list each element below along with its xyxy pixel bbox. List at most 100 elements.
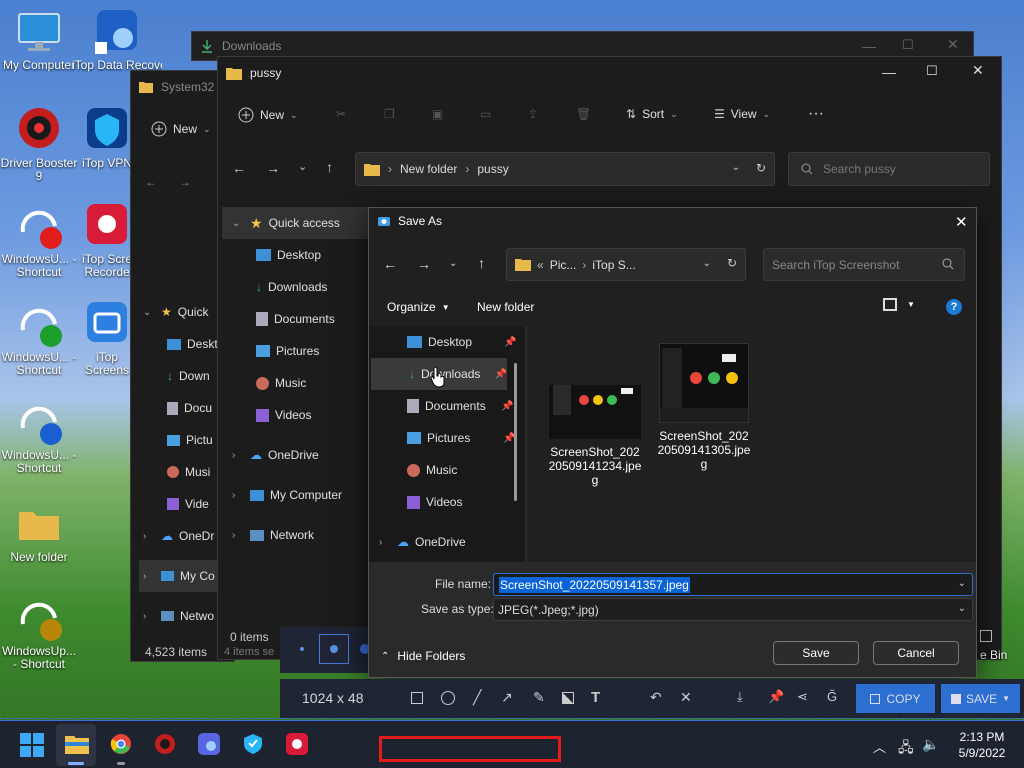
- mosaic-tool-icon[interactable]: [562, 692, 574, 704]
- close-button[interactable]: ✕: [947, 36, 959, 53]
- copy-icon[interactable]: ❐: [384, 107, 395, 121]
- sidebar-item-onedrive[interactable]: › ☁ OneDrive: [222, 439, 372, 471]
- dialog-search-field[interactable]: Search iTop Screenshot: [763, 248, 965, 281]
- sidebar-item-onedrive[interactable]: › ☁ OneDrive: [369, 526, 524, 558]
- cut-icon[interactable]: ✂: [336, 107, 346, 121]
- file-item[interactable]: ScreenShot_20220509141305.jpeg: [656, 343, 752, 471]
- cancel-capture-icon[interactable]: ✕: [680, 689, 692, 706]
- save-button[interactable]: Save: [773, 641, 859, 665]
- sidebar-item-desktop[interactable]: Desktop: [222, 239, 372, 271]
- itop-vpn-taskbar-icon[interactable]: [242, 733, 264, 755]
- windows-start-icon[interactable]: [20, 733, 44, 757]
- sidebar-scrollbar[interactable]: [514, 363, 517, 501]
- desktop-icon-my-computer[interactable]: My Computer: [0, 8, 83, 72]
- sidebar-item-music[interactable]: Music: [222, 367, 372, 399]
- back-button[interactable]: ←: [383, 256, 397, 272]
- sidebar-item-my-computer[interactable]: › My Computer: [222, 479, 372, 511]
- rename-icon[interactable]: ▭: [480, 107, 491, 121]
- breadcrumb-pussy[interactable]: pussy: [477, 162, 508, 176]
- volume-icon[interactable]: 🔈: [922, 736, 939, 753]
- chevron-down-icon[interactable]: ⌄: [732, 162, 740, 173]
- desktop-icon-recycle-bin[interactable]: e Bin: [980, 648, 1007, 662]
- delete-icon[interactable]: 🗑: [576, 107, 591, 121]
- chrome-icon[interactable]: [110, 733, 132, 755]
- help-button[interactable]: ?: [946, 299, 962, 315]
- breadcrumb-pictures[interactable]: Pic...: [550, 258, 577, 272]
- desktop-icon-windows-update-3[interactable]: WindowsU... - Shortcut: [0, 398, 83, 475]
- close-button[interactable]: ✕: [972, 62, 984, 79]
- recent-locations-button[interactable]: ⌄: [298, 160, 307, 173]
- new-folder-button[interactable]: New folder: [477, 300, 534, 314]
- save-as-dialog[interactable]: Save As ✕ ← → ⌄ ↑ « Pic... › iTop S... ⌄…: [368, 207, 977, 678]
- desktop-icon-windows-update-2[interactable]: WindowsU... - Shortcut: [0, 300, 83, 377]
- more-options-button[interactable]: ···: [808, 105, 824, 123]
- sidebar-item-documents[interactable]: Documents: [222, 303, 372, 335]
- desktop-icon-itop-data-recovery[interactable]: iTop Data Recove: [72, 8, 162, 72]
- sidebar-item-pictures[interactable]: Pictures 📌: [369, 422, 524, 454]
- save-as-type-select[interactable]: JPEG(*.Jpeg;*.jpg) ⌄: [493, 598, 973, 621]
- hide-folders-button[interactable]: ⌃ Hide Folders: [381, 649, 465, 663]
- sidebar-item-network[interactable]: › Network: [222, 519, 372, 551]
- breadcrumb-new-folder[interactable]: New folder: [400, 162, 457, 176]
- search-field[interactable]: Search pussy: [788, 152, 990, 186]
- file-item[interactable]: ScreenShot_20220509141234.jpeg: [547, 373, 643, 487]
- taskbar-file-explorer[interactable]: [56, 724, 96, 766]
- up-button[interactable]: ↑: [326, 159, 333, 175]
- sidebar-item-downloads[interactable]: ↓ Downloads: [222, 271, 372, 303]
- new-button[interactable]: New ⌄: [238, 107, 298, 123]
- forward-button[interactable]: →: [266, 160, 280, 176]
- back-button[interactable]: ←: [232, 160, 246, 176]
- paste-icon[interactable]: ▣: [432, 107, 443, 121]
- organize-button[interactable]: Organize ▼: [387, 300, 450, 314]
- up-button[interactable]: ↑: [478, 255, 485, 271]
- sidebar-item-videos[interactable]: Videos: [369, 486, 524, 518]
- view-button[interactable]: ☰ View ⌄: [714, 107, 770, 121]
- sidebar-item-quick-access[interactable]: ⌄ ★ Quick access: [222, 207, 372, 239]
- new-button[interactable]: New ⌄: [151, 121, 211, 137]
- back-button[interactable]: ←: [145, 175, 157, 189]
- copy-button[interactable]: COPY: [856, 684, 935, 713]
- change-view-button[interactable]: ▼: [883, 298, 915, 311]
- pen-tool-icon[interactable]: ✎: [533, 689, 545, 706]
- cancel-button[interactable]: Cancel: [873, 641, 959, 665]
- pin-to-screen-icon[interactable]: ⤓: [737, 689, 743, 705]
- driver-booster-taskbar-icon[interactable]: [154, 733, 176, 755]
- desktop-icon-driver-booster[interactable]: Driver Booster 9: [0, 106, 83, 183]
- itop-data-recovery-taskbar-icon[interactable]: [198, 733, 220, 755]
- breadcrumb-itop-screenshot[interactable]: iTop S...: [592, 258, 635, 272]
- search-image-icon[interactable]: Ğ: [827, 689, 837, 704]
- desktop-icon-new-folder[interactable]: New folder: [0, 500, 83, 564]
- address-bar[interactable]: › New folder › pussy ⌄ ↻: [355, 152, 775, 186]
- refresh-icon[interactable]: ↻: [727, 256, 737, 270]
- taskbar-clock[interactable]: 2:13 PM 5/9/2022: [952, 729, 1012, 761]
- network-tray-icon[interactable]: 🖧: [898, 737, 914, 761]
- minimize-button[interactable]: —: [882, 64, 896, 80]
- chevron-down-icon[interactable]: ⌄: [958, 578, 966, 589]
- minimize-button[interactable]: —: [862, 38, 876, 54]
- refresh-icon[interactable]: ↻: [756, 161, 766, 175]
- ellipse-tool-icon[interactable]: [441, 691, 455, 705]
- sidebar-item-videos[interactable]: Videos: [222, 399, 372, 431]
- undo-icon[interactable]: ↶: [650, 689, 662, 706]
- close-button[interactable]: ✕: [955, 213, 968, 231]
- text-tool-icon[interactable]: T: [591, 689, 600, 706]
- sidebar-item-music[interactable]: Music: [369, 454, 524, 486]
- share-icon[interactable]: ⇪: [528, 107, 538, 121]
- chevron-down-icon[interactable]: ⌄: [703, 258, 711, 269]
- desktop-icon-windows-update-4[interactable]: WindowsUp... - Shortcut: [0, 594, 83, 671]
- desktop-icon-windows-update-1[interactable]: WindowsU... - Shortcut: [0, 202, 83, 279]
- sidebar-item-pictures[interactable]: Pictures: [222, 335, 372, 367]
- share-icon[interactable]: ⋖: [797, 689, 808, 705]
- rectangle-tool-icon[interactable]: [411, 692, 423, 704]
- pin-icon[interactable]: 📌: [768, 689, 784, 705]
- save-capture-button[interactable]: SAVE ▼: [941, 684, 1020, 713]
- sidebar-item-documents[interactable]: Documents 📌: [369, 390, 524, 422]
- recent-locations-button[interactable]: ⌄: [449, 258, 457, 269]
- maximize-button[interactable]: ☐: [926, 63, 938, 79]
- sidebar-item-desktop[interactable]: Desktop 📌: [369, 326, 524, 358]
- dialog-address-bar[interactable]: « Pic... › iTop S... ⌄ ↻: [506, 248, 746, 281]
- breadcrumb-overflow[interactable]: «: [537, 258, 544, 272]
- show-hidden-icons-chevron-icon[interactable]: ︿: [873, 737, 886, 756]
- line-tool-icon[interactable]: ╱: [473, 689, 481, 706]
- arrow-tool-icon[interactable]: ↗: [501, 689, 513, 706]
